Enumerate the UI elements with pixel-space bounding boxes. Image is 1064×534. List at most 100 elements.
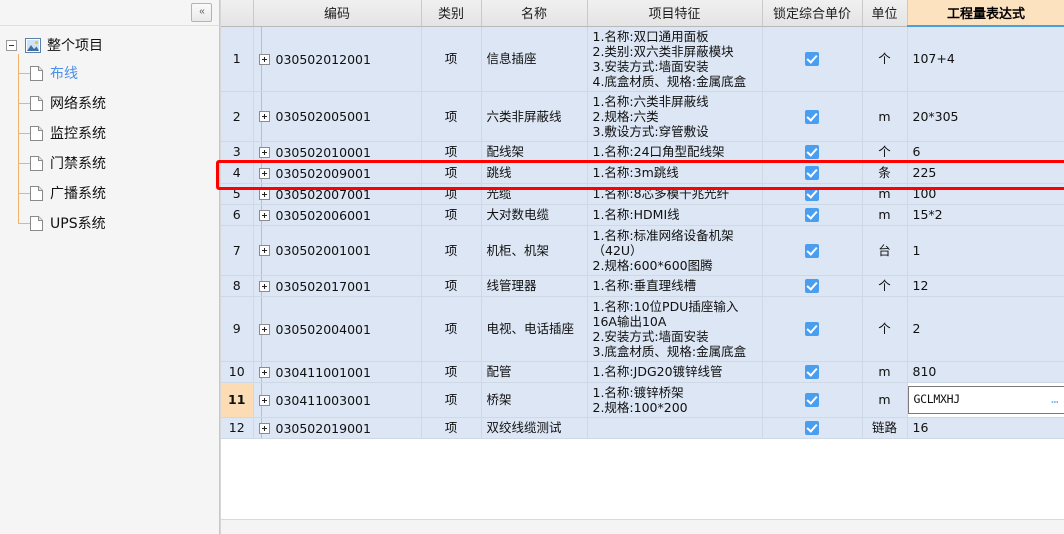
cell-features[interactable]: 1.名称:HDMI线 (587, 204, 763, 226)
cell-category[interactable]: 项 (421, 204, 482, 226)
cell-code[interactable]: 030411001001 (253, 361, 422, 383)
column-header-quantity-expression[interactable]: 工程量表达式 (907, 0, 1064, 27)
expand-plus-icon[interactable] (258, 394, 270, 406)
cell-code[interactable]: 030502017001 (253, 275, 422, 297)
cell-lock-price[interactable] (762, 225, 863, 276)
cell-category[interactable]: 项 (421, 26, 482, 92)
column-header-features[interactable]: 项目特征 (587, 0, 763, 27)
lock-price-checkbox[interactable] (805, 243, 819, 258)
table-row[interactable]: 10 030411001001 项 配管 1.名称:JDG20镀锌线管 m 81… (221, 361, 1064, 383)
cell-quantity-expression[interactable]: 1 (907, 225, 1064, 276)
cell-lock-price[interactable] (762, 275, 863, 297)
cell-features[interactable]: 1.名称:六类非屏蔽线 2.规格:六类 3.敷设方式:穿管敷设 (587, 91, 763, 142)
cell-code[interactable]: 030502001001 (253, 225, 422, 276)
cell-category[interactable]: 项 (421, 275, 482, 297)
cell-lock-price[interactable] (762, 183, 863, 205)
cell-unit[interactable]: 链路 (862, 417, 908, 439)
cell-unit[interactable]: m (862, 361, 908, 383)
cell-name[interactable]: 信息插座 (481, 26, 588, 92)
cell-features[interactable]: 1.名称:双口通用面板 2.类别:双六类非屏蔽模块 3.安装方式:墙面安装 4.… (587, 26, 763, 92)
row-number[interactable]: 4 (221, 162, 254, 184)
row-number[interactable]: 2 (221, 91, 254, 142)
sidebar-item-menjin-xitong[interactable]: 门禁系统 (14, 148, 219, 178)
lock-price-checkbox[interactable] (805, 166, 819, 181)
column-header-category[interactable]: 类别 (421, 0, 482, 27)
cell-category[interactable]: 项 (421, 382, 482, 418)
cell-unit[interactable]: 台 (862, 225, 908, 276)
cell-unit[interactable]: m (862, 91, 908, 142)
expand-plus-icon[interactable] (258, 111, 270, 122)
cell-code[interactable]: 030411003001 (253, 382, 422, 418)
cell-category[interactable]: 项 (421, 141, 482, 163)
cell-quantity-expression-editor[interactable]: GCLMXHJ … (907, 382, 1064, 418)
cell-code[interactable]: 030502010001 (253, 141, 422, 163)
table-row[interactable]: 2 030502005001 项 六类非屏蔽线 1.名称:六类非屏蔽线 2.规格… (221, 91, 1064, 142)
cell-code[interactable]: 030502012001 (253, 26, 422, 92)
cell-category[interactable]: 项 (421, 225, 482, 276)
table-row[interactable]: 8 030502017001 项 线管理器 1.名称:垂直理线槽 个 12 (221, 275, 1064, 297)
expand-plus-icon[interactable] (258, 323, 270, 335)
cell-name[interactable]: 线管理器 (481, 275, 588, 297)
cell-quantity-expression[interactable]: 2 (907, 296, 1064, 362)
cell-quantity-expression[interactable]: 16 (907, 417, 1064, 439)
lock-price-checkbox[interactable] (805, 109, 819, 124)
sidebar-item-buxian[interactable]: 布线 (14, 58, 219, 88)
lock-price-checkbox[interactable] (805, 279, 819, 294)
cell-name[interactable]: 六类非屏蔽线 (481, 91, 588, 142)
cell-code[interactable]: 030502005001 (253, 91, 422, 142)
table-row[interactable]: 3 030502010001 项 配线架 1.名称:24口角型配线架 个 6 (221, 141, 1064, 163)
table-row[interactable]: 6 030502006001 项 大对数电缆 1.名称:HDMI线 m 15*2 (221, 204, 1064, 226)
sidebar-item-wangluo-xitong[interactable]: 网络系统 (14, 88, 219, 118)
cell-quantity-expression[interactable]: 12 (907, 275, 1064, 297)
cell-features[interactable]: 1.名称:3m跳线 (587, 162, 763, 184)
expand-plus-icon[interactable] (258, 53, 270, 65)
sidebar-item-guangbo-xitong[interactable]: 广播系统 (14, 178, 219, 208)
table-row[interactable]: 1 030502012001 项 信息插座 1.名称:双口通用面板 2.类别:双… (221, 26, 1064, 92)
collapse-panel-button[interactable]: « (191, 3, 212, 22)
cell-unit[interactable]: m (862, 183, 908, 205)
cell-name[interactable]: 机柜、机架 (481, 225, 588, 276)
cell-code[interactable]: 030502009001 (253, 162, 422, 184)
cell-category[interactable]: 项 (421, 296, 482, 362)
cell-lock-price[interactable] (762, 204, 863, 226)
row-number[interactable]: 3 (221, 141, 254, 163)
lock-price-checkbox[interactable] (805, 208, 819, 223)
cell-lock-price[interactable] (762, 382, 863, 418)
expression-picker-ellipsis-button[interactable]: … (1045, 392, 1059, 407)
cell-name[interactable]: 配线架 (481, 141, 588, 163)
lock-price-checkbox[interactable] (805, 393, 819, 408)
cell-lock-price[interactable] (762, 296, 863, 362)
lock-price-checkbox[interactable] (805, 322, 819, 337)
cell-lock-price[interactable] (762, 26, 863, 92)
row-number[interactable]: 7 (221, 225, 254, 276)
row-number[interactable]: 5 (221, 183, 254, 205)
cell-features[interactable]: 1.名称:24口角型配线架 (587, 141, 763, 163)
cell-features[interactable]: 1.名称:8芯多模千兆光纤 (587, 183, 763, 205)
cell-quantity-expression[interactable]: 20*305 (907, 91, 1064, 142)
row-number[interactable]: 12 (221, 417, 254, 439)
lock-price-checkbox[interactable] (805, 145, 819, 160)
sidebar-item-jiankong-xitong[interactable]: 监控系统 (14, 118, 219, 148)
cell-category[interactable]: 项 (421, 417, 482, 439)
cell-code[interactable]: 030502004001 (253, 296, 422, 362)
cell-lock-price[interactable] (762, 162, 863, 184)
table-row-selected[interactable]: 11 030411003001 项 桥架 1.名称:镀锌桥架 2.规格:100*… (221, 382, 1064, 418)
table-row[interactable]: 9 030502004001 项 电视、电话插座 1.名称:10位PDU插座输入… (221, 296, 1064, 362)
row-number[interactable]: 1 (221, 26, 254, 92)
expand-plus-icon[interactable] (258, 167, 270, 179)
minus-expander-icon[interactable] (6, 39, 17, 51)
cell-quantity-expression[interactable]: 107+4 (907, 26, 1064, 92)
cell-features[interactable]: 1.名称:10位PDU插座输入16A输出10A 2.安装方式:墙面安装 3.底盒… (587, 296, 763, 362)
expression-editor[interactable]: GCLMXHJ … (907, 385, 1064, 414)
cell-category[interactable]: 项 (421, 91, 482, 142)
expand-plus-icon[interactable] (258, 146, 270, 158)
cell-quantity-expression[interactable]: 15*2 (907, 204, 1064, 226)
row-number[interactable]: 6 (221, 204, 254, 226)
cell-name[interactable]: 电视、电话插座 (481, 296, 588, 362)
cell-name[interactable]: 大对数电缆 (481, 204, 588, 226)
table-row[interactable]: 12 030502019001 项 双绞线缆测试 链路 16 (221, 417, 1064, 439)
row-number[interactable]: 8 (221, 275, 254, 297)
cell-category[interactable]: 项 (421, 183, 482, 205)
cell-unit[interactable]: m (862, 382, 908, 418)
cell-lock-price[interactable] (762, 417, 863, 439)
